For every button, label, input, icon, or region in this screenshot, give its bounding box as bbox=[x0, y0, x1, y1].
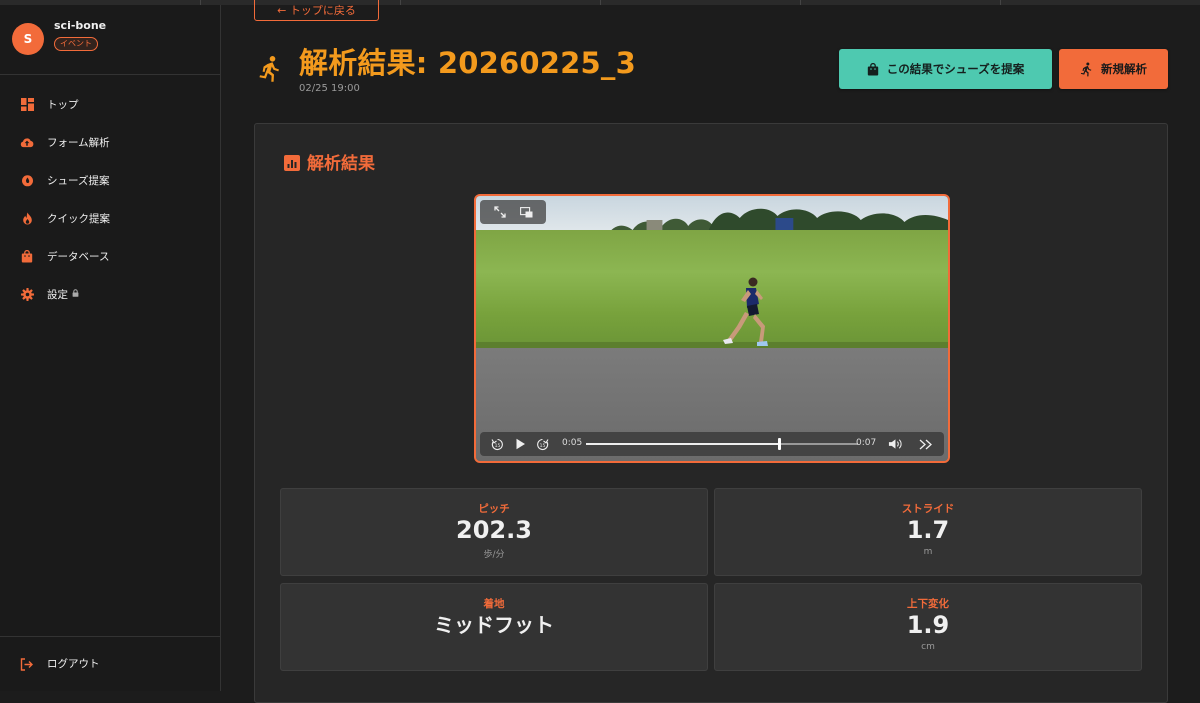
shopping-bag-icon bbox=[867, 62, 878, 75]
user-profile: S sci-bone イベント bbox=[12, 19, 212, 59]
runner-icon bbox=[258, 55, 282, 83]
metric-label: ピッチ bbox=[478, 503, 510, 515]
sidebar-item-label: フォーム解析 bbox=[47, 136, 110, 149]
sidebar-item-shoe-suggest[interactable]: シューズ提案 bbox=[0, 161, 221, 199]
sidebar-item-label: データベース bbox=[47, 250, 110, 263]
sidebar-divider bbox=[0, 74, 221, 75]
metric-unit: m bbox=[923, 547, 933, 557]
fullscreen-icon[interactable] bbox=[493, 205, 507, 219]
video-duration: 0:07 bbox=[856, 438, 877, 448]
metric-unit: cm bbox=[921, 642, 935, 652]
suggest-shoes-label: この結果でシューズを提案 bbox=[886, 62, 1025, 76]
username: sci-bone bbox=[54, 19, 107, 32]
runner-icon bbox=[1080, 62, 1092, 76]
sidebar-item-database[interactable]: データベース bbox=[0, 237, 221, 275]
back-to-top-button[interactable]: ← トップに戻る bbox=[254, 0, 379, 21]
sidebar-item-label: クイック提案 bbox=[47, 212, 110, 225]
avatar[interactable]: S bbox=[12, 23, 44, 55]
svg-text:15: 15 bbox=[539, 443, 545, 449]
analysis-date: 02/25 19:00 bbox=[299, 83, 360, 94]
sidebar-item-label: 設定 bbox=[47, 288, 68, 301]
metric-label: ストライド bbox=[901, 503, 955, 515]
metric-pitch: ピッチ 202.3 歩/分 bbox=[280, 488, 708, 576]
rewind-15-icon[interactable]: 15 bbox=[490, 437, 504, 451]
current-time: 0:05 bbox=[562, 438, 583, 448]
page-title: 解析結果: 20260225_3 bbox=[299, 46, 636, 80]
cloud-upload-icon bbox=[20, 135, 34, 149]
sidebar-nav: トップ フォーム解析 シューズ提案 クイック提案 データベース 設定 bbox=[0, 85, 221, 313]
metric-stride: ストライド 1.7 m bbox=[714, 488, 1142, 576]
video-top-controls bbox=[480, 200, 546, 224]
picture-in-picture-icon[interactable] bbox=[520, 205, 534, 219]
sidebar: S sci-bone イベント トップ フォーム解析 シューズ提案 クイック提案… bbox=[0, 5, 221, 691]
volume-icon[interactable] bbox=[888, 437, 902, 451]
sidebar-item-label: シューズ提案 bbox=[47, 174, 110, 187]
metric-label: 上下変化 bbox=[907, 598, 949, 610]
sidebar-item-settings[interactable]: 設定 bbox=[0, 275, 221, 313]
metric-foot-strike: 着地 ミッドフット bbox=[280, 583, 708, 671]
shopping-bag-icon bbox=[20, 249, 34, 263]
metric-vertical-oscillation: 上下変化 1.9 cm bbox=[714, 583, 1142, 671]
logout-label: ログアウト bbox=[47, 657, 100, 670]
flame-icon bbox=[20, 211, 34, 225]
video-seek-bar[interactable] bbox=[586, 438, 858, 450]
new-analysis-button[interactable]: 新規解析 bbox=[1059, 49, 1168, 89]
metric-value: ミッドフット bbox=[434, 613, 554, 637]
forward-15-icon[interactable]: 15 bbox=[535, 437, 549, 451]
lock-icon bbox=[72, 289, 79, 299]
analysis-result-card: 解析結果 15 15 0:05 0:07 ピッチ 202.3 歩/分 ストライド… bbox=[254, 123, 1168, 703]
sidebar-item-label: トップ bbox=[47, 98, 79, 111]
section-title: 解析結果 bbox=[307, 154, 375, 174]
logout-button[interactable]: ログアウト bbox=[0, 644, 221, 682]
video-seek-progress bbox=[586, 443, 780, 445]
video-frame-grass bbox=[476, 230, 948, 350]
metric-value: 1.7 bbox=[906, 516, 950, 544]
playback-speed-icon[interactable] bbox=[918, 437, 932, 451]
metric-value: 1.9 bbox=[906, 611, 950, 639]
analytics-icon bbox=[284, 155, 300, 171]
event-badge: イベント bbox=[54, 37, 98, 51]
video-control-bar: 15 15 0:05 0:07 bbox=[480, 432, 944, 456]
video-seek-thumb[interactable] bbox=[778, 438, 782, 450]
runner-figure bbox=[723, 277, 768, 346]
dashboard-icon bbox=[20, 97, 34, 111]
metric-value: 202.3 bbox=[456, 516, 532, 544]
sparkle-icon bbox=[20, 173, 34, 187]
sidebar-divider bbox=[0, 636, 221, 637]
sidebar-item-quick-suggest[interactable]: クイック提案 bbox=[0, 199, 221, 237]
sidebar-item-form-analysis[interactable]: フォーム解析 bbox=[0, 123, 221, 161]
logout-icon bbox=[20, 656, 34, 671]
play-icon[interactable] bbox=[513, 437, 527, 451]
sidebar-item-top[interactable]: トップ bbox=[0, 85, 221, 123]
video-player[interactable]: 15 15 0:05 0:07 bbox=[474, 194, 950, 463]
metric-unit: 歩/分 bbox=[483, 550, 505, 560]
svg-text:15: 15 bbox=[494, 443, 500, 449]
suggest-shoes-button[interactable]: この結果でシューズを提案 bbox=[839, 49, 1052, 89]
new-analysis-label: 新規解析 bbox=[1101, 62, 1147, 76]
gear-icon bbox=[20, 287, 34, 301]
